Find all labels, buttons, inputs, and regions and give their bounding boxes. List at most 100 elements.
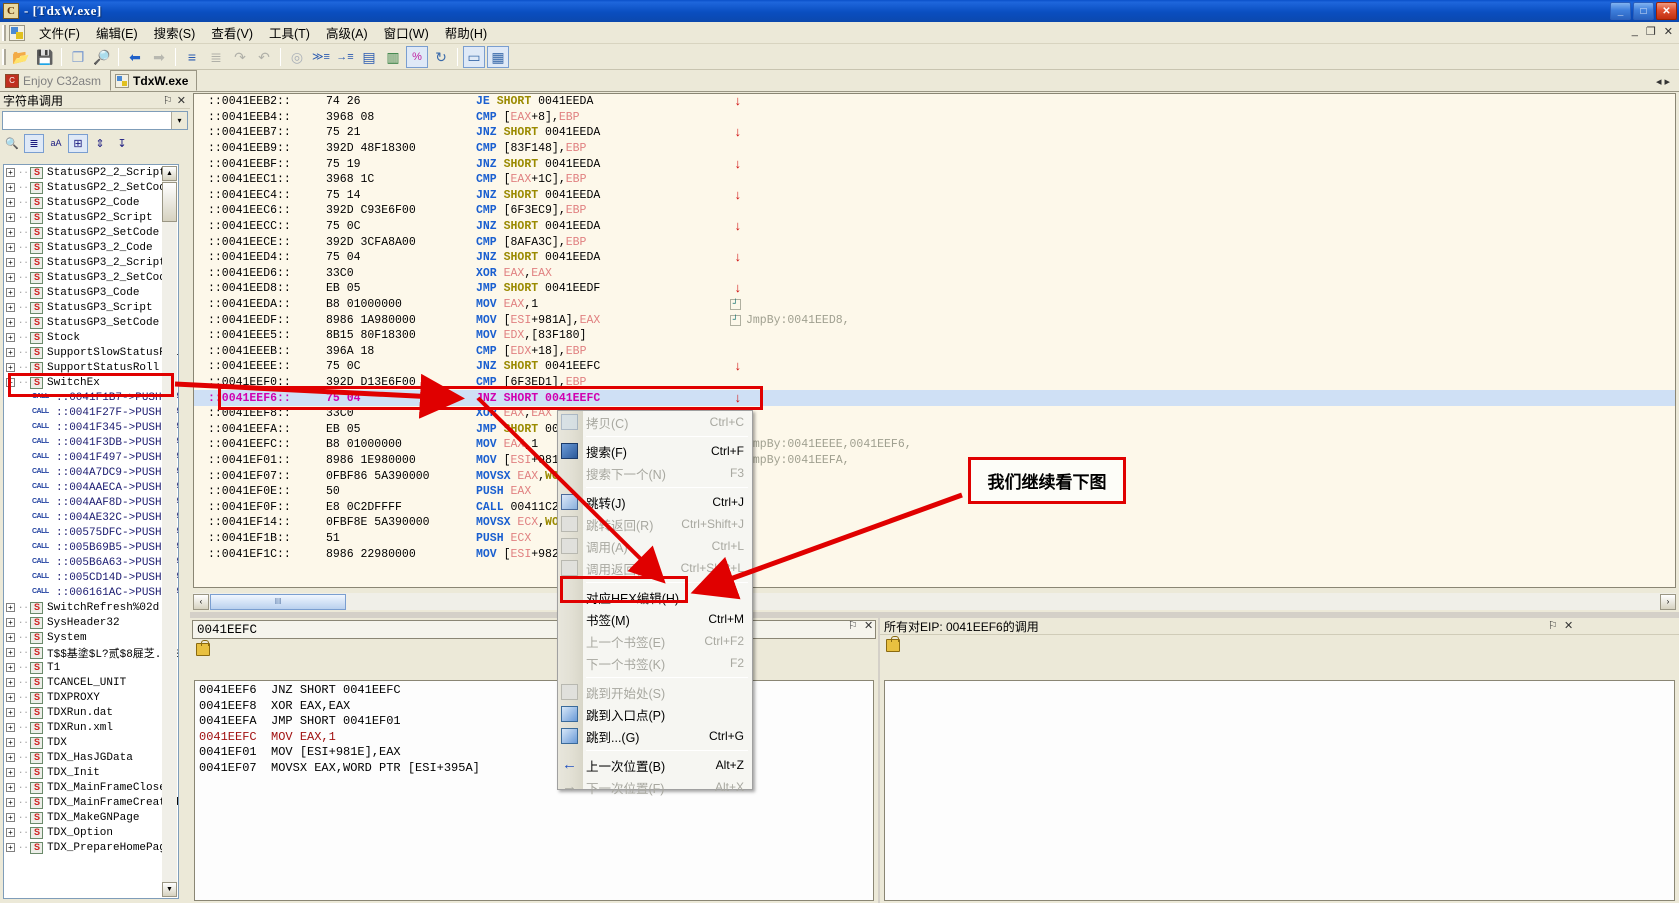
tree-expand-icon[interactable]: + xyxy=(6,798,15,807)
tree-node-item[interactable]: +·· TDX_PrepareHomePage xyxy=(4,840,178,855)
tree-expand-icon[interactable]: + xyxy=(6,768,15,777)
disassembly-line[interactable]: ::0041EED4:: 75 04 JNZ SHORT 0041EEDA ↓ xyxy=(194,250,1675,266)
scroll-up-icon[interactable]: ▲ xyxy=(162,166,177,181)
tree-call-item[interactable]: CALL::004AAF8D->PUSH 6A8 xyxy=(4,495,178,510)
expand-all-icon[interactable]: ⇕ xyxy=(90,134,110,153)
menu-view[interactable]: 查看(V) xyxy=(203,21,261,44)
menu-tools[interactable]: 工具(T) xyxy=(261,21,318,44)
disassembly-line[interactable]: ::0041EEFA::EB 05JMP SHORT 0041EF01 xyxy=(194,421,1675,437)
code-preview-close-icon[interactable]: ✕ xyxy=(864,619,873,632)
tree-expand-icon[interactable]: + xyxy=(6,198,15,207)
disassembly-line[interactable]: ::0041EED8:: EB 05 JMP SHORT 0041EEDF ↓ xyxy=(194,281,1675,297)
call-return-icon[interactable]: ↶ xyxy=(253,46,275,68)
ctx-prev-location[interactable]: ← 上一次位置(B) Alt+Z xyxy=(558,754,752,776)
disassembly-line[interactable]: ::0041EEC4:: 75 14 JNZ SHORT 0041EEDA ↓ xyxy=(194,188,1675,204)
tree-expand-icon[interactable]: + xyxy=(6,183,15,192)
tree-expand-icon[interactable]: + xyxy=(6,318,15,327)
tree-expand-icon[interactable]: + xyxy=(6,333,15,342)
hscroll-thumb[interactable]: ‖‖ xyxy=(210,593,346,610)
tree-node-item[interactable]: +·· StatusGP2_2_Script xyxy=(4,165,178,180)
disassembly-line[interactable]: ::0041EF07::0FBF86 5A390000MOVSX EAX,WOR… xyxy=(194,468,1675,484)
menu-file[interactable]: 文件(F) xyxy=(31,21,88,44)
string-refs-tree[interactable]: ▲ ▼ +··StatusGP2_2_Script+··StatusGP2_2_… xyxy=(3,164,179,899)
disassembly-line[interactable]: ::0041EEEE:: 75 0C JNZ SHORT 0041EEFC ↓ xyxy=(194,359,1675,375)
code-preview-line[interactable]: 0041EEFC MOV EAX,1 xyxy=(195,730,873,746)
disassembly-line[interactable]: ::0041EF1B:: 51 PUSH ECX xyxy=(194,531,1675,547)
tree-expand-icon[interactable]: + xyxy=(6,648,15,657)
sort-az-icon[interactable]: aA xyxy=(46,134,66,153)
tree-expand-icon[interactable]: + xyxy=(6,693,15,702)
window1-icon[interactable]: ▭ xyxy=(463,45,485,68)
tree-expand-icon[interactable]: + xyxy=(6,813,15,822)
ctx-goto-address[interactable]: 跳到...(G) Ctrl+G xyxy=(558,725,752,747)
tree-node-item[interactable]: +·· TDXPROXY xyxy=(4,690,178,705)
tree-node-item[interactable]: +·· TDX_HasJGData xyxy=(4,750,178,765)
tab-enjoy-c32asm[interactable]: C Enjoy C32asm xyxy=(0,70,110,91)
goto-return-icon[interactable]: ≣ xyxy=(205,46,227,68)
disassembly-line[interactable]: ::0041EECC:: 75 0C JNZ SHORT 0041EEDA ↓ xyxy=(194,219,1675,235)
tree-expand-icon[interactable]: + xyxy=(6,168,15,177)
tree-expand-icon[interactable]: + xyxy=(6,243,15,252)
disassembly-line[interactable]: ::0041EF01:: 8986 1E980000 MOV [ESI+981E],… xyxy=(194,453,1675,469)
lock-icon[interactable] xyxy=(886,635,900,652)
tree-expand-icon[interactable]: + xyxy=(6,618,15,627)
ctx-goto[interactable]: 跳转(J) Ctrl+J xyxy=(558,491,752,513)
tree-node-item[interactable]: +·· Stock xyxy=(4,330,178,345)
disassembly-line[interactable]: ::0041EEBF:: 75 19 JNZ SHORT 0041EEDA ↓ xyxy=(194,156,1675,172)
tree-call-item[interactable]: CALL::004AAECA->PUSH 6A8 xyxy=(4,480,178,495)
tree-expand-icon[interactable]: + xyxy=(6,783,15,792)
tree-node-item[interactable]: +·· StatusGP2_Code xyxy=(4,195,178,210)
tab-nav[interactable]: ◂▸ xyxy=(1656,75,1673,88)
tree-scrollbar[interactable]: ▲ ▼ xyxy=(162,166,177,897)
tree-expand-icon[interactable]: + xyxy=(6,678,15,687)
code-preview-address[interactable]: 0041EEFC xyxy=(192,620,876,639)
eip-calls-pin-icon[interactable]: ⚐ xyxy=(1548,619,1558,632)
tree-call-item[interactable]: CALL::00575DFC->PUSH 6A8 xyxy=(4,525,178,540)
eip-calls-list[interactable] xyxy=(884,680,1675,901)
tree-node-item[interactable]: +·· SwitchRefresh%02d xyxy=(4,600,178,615)
tree-expand-icon[interactable]: + xyxy=(6,738,15,747)
tree-node-item[interactable]: +·· TDXRun.dat xyxy=(4,705,178,720)
tree-call-item[interactable]: CALL::0041F497->PUSH 6A8 xyxy=(4,450,178,465)
tree-expand-icon[interactable]: + xyxy=(6,723,15,732)
disassembly-line[interactable]: ::0041EF0E:: 50 PUSH EAX xyxy=(194,484,1675,500)
code-preview-line[interactable]: 0041EF07 MOVSX EAX,WORD PTR [ESI+395A] xyxy=(195,761,873,777)
tree-expand-icon[interactable]: + xyxy=(6,348,15,357)
code-preview-line[interactable]: 0041EF01 MOV [ESI+981E],EAX xyxy=(195,745,873,761)
disassembly-view[interactable]: ::0041EEB2:: 74 26 JE SHORT 0041EEDA ↓::004… xyxy=(193,93,1676,588)
disassembly-line[interactable]: ::0041EEE5:: 8B15 80F18300 MOV EDX,[83F180… xyxy=(194,328,1675,344)
code-preview-line[interactable]: 0041EEF6 JNZ SHORT 0041EEFC xyxy=(195,683,873,699)
ctx-goto-entry[interactable]: 跳到入口点(P) xyxy=(558,703,752,725)
disassembly-line[interactable]: ::0041EEEB:: 396A 18 CMP [EDX+18],EBP xyxy=(194,344,1675,360)
mdi-restore-button[interactable]: ❐ xyxy=(1646,25,1656,38)
tree-node-item[interactable]: +·· System xyxy=(4,630,178,645)
save-file-icon[interactable]: 💾 xyxy=(34,46,56,68)
back-arrow-icon[interactable]: ⬅ xyxy=(124,46,146,68)
tree-node-item[interactable]: +·· StatusGP3_2_Script xyxy=(4,255,178,270)
disassembly-line[interactable]: ::0041EEC6:: 392D C93E6F00 CMP [6F3EC9],EB… xyxy=(194,203,1675,219)
toolbar-grip[interactable] xyxy=(2,48,6,65)
tree-expand-icon[interactable]: + xyxy=(6,228,15,237)
tree-node-item[interactable]: +·· StatusGP3_2_Code xyxy=(4,240,178,255)
tree-call-item[interactable]: CALL::0041F27F->PUSH 6A8 xyxy=(4,405,178,420)
disassembly-line[interactable]: ::0041EEB4:: 3968 08 CMP [EAX+8],EBP xyxy=(194,110,1675,126)
mdi-close-button[interactable]: ✕ xyxy=(1664,25,1673,38)
collapse-icon[interactable]: ↧ xyxy=(112,134,132,153)
tree-expand-icon[interactable]: + xyxy=(6,273,15,282)
disassembly-line[interactable]: ::0041EEC1:: 3968 1C CMP [EAX+1C],EBP xyxy=(194,172,1675,188)
tree-node-item[interactable]: +·· TDX_Option xyxy=(4,825,178,840)
tree-node-item[interactable]: +·· StatusGP2_Script xyxy=(4,210,178,225)
tree-node-item[interactable]: +·· StatusGP3_Script xyxy=(4,300,178,315)
scroll-thumb[interactable] xyxy=(162,182,177,222)
tree-expand-icon[interactable]: + xyxy=(6,288,15,297)
tree-node-item[interactable]: +·· TCANCEL_UNIT xyxy=(4,675,178,690)
tree-call-item[interactable]: CALL::0041F3DB->PUSH 6A8 xyxy=(4,435,178,450)
hex-edit-icon[interactable]: ▤ xyxy=(358,46,380,68)
forward-arrow-icon[interactable]: ➡ xyxy=(148,46,170,68)
eip-calls-close-icon[interactable]: ✕ xyxy=(1564,619,1573,632)
sort-list-icon[interactable]: ≣ xyxy=(24,133,44,153)
code-preview-list[interactable]: 0041EEF6 JNZ SHORT 0041EEFC 0041EEF8 XOR … xyxy=(194,680,874,901)
scroll-left-icon[interactable]: ‹ xyxy=(193,593,209,610)
group-icon[interactable]: ⊞ xyxy=(68,133,88,153)
close-icon[interactable]: ✕ xyxy=(177,94,186,107)
